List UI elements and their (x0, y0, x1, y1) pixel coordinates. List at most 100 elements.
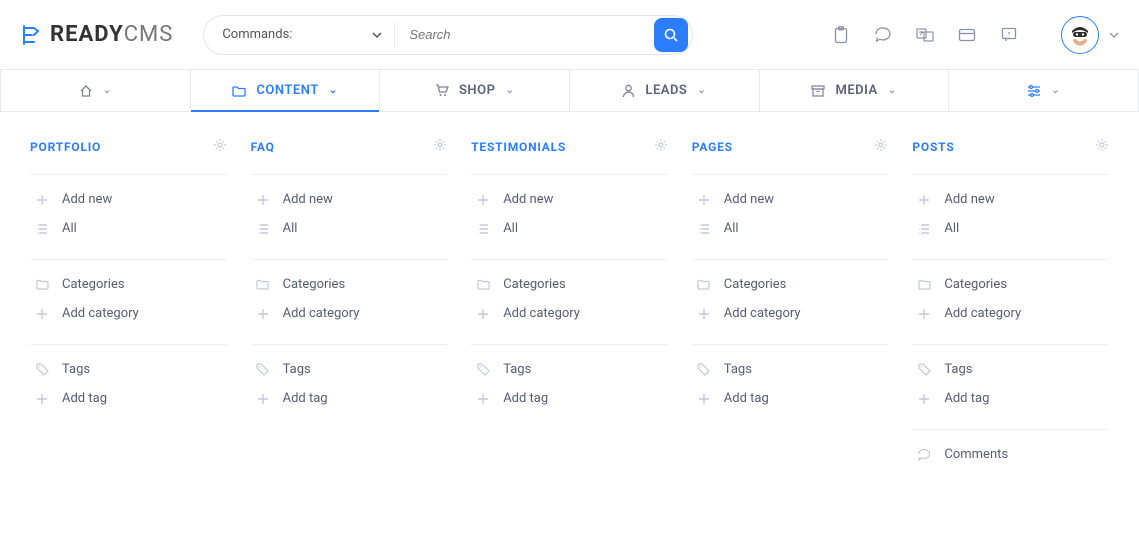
portfolio-add-tag[interactable]: Add tag (30, 384, 227, 413)
nav-leads[interactable]: LEADS ⌄ (570, 70, 760, 111)
clipboard-icon[interactable] (831, 25, 851, 45)
pages-all[interactable]: All (692, 214, 889, 243)
pages-add-tag[interactable]: Add tag (692, 384, 889, 413)
column-faq: FAQ Add new All Categories Add category … (239, 130, 460, 493)
command-bar: Commands: (203, 15, 693, 55)
plus-icon (916, 194, 932, 206)
pages-add-new[interactable]: Add new (692, 185, 889, 214)
label: Add tag (503, 391, 548, 406)
list-icon (475, 223, 491, 235)
label: Add tag (62, 391, 107, 406)
top-right-actions (831, 16, 1119, 54)
portfolio-add-new[interactable]: Add new (30, 185, 227, 214)
nav-shop-label: SHOP (459, 83, 495, 98)
testimonials-categories[interactable]: Categories (471, 270, 668, 299)
plus-icon (34, 194, 50, 206)
column-title: FAQ (251, 140, 275, 154)
plus-icon (475, 393, 491, 405)
nav-settings[interactable]: ⌄ (949, 70, 1139, 111)
commands-dropdown[interactable]: Commands: (204, 27, 394, 42)
posts-add-tag[interactable]: Add tag (912, 384, 1109, 413)
feedback-icon[interactable] (999, 25, 1019, 45)
posts-categories[interactable]: Categories (912, 270, 1109, 299)
tag-icon (475, 363, 491, 376)
card-icon[interactable] (957, 25, 977, 45)
main-nav: ⌄ CONTENT ⌄ SHOP ⌄ LEADS ⌄ MEDIA ⌄ ⌄ (0, 70, 1139, 112)
posts-tags[interactable]: Tags (912, 355, 1109, 384)
nav-leads-label: LEADS (645, 83, 687, 98)
faq-categories[interactable]: Categories (251, 270, 448, 299)
gear-icon[interactable] (874, 138, 888, 156)
pages-tags[interactable]: Tags (692, 355, 889, 384)
posts-add-new[interactable]: Add new (912, 185, 1109, 214)
nav-content[interactable]: CONTENT ⌄ (191, 70, 381, 111)
faq-add-new[interactable]: Add new (251, 185, 448, 214)
posts-comments[interactable]: Comments (912, 440, 1109, 469)
folder-icon (475, 279, 491, 290)
translate-icon[interactable] (915, 25, 935, 45)
label: Add category (283, 306, 360, 321)
label: Tags (944, 362, 972, 377)
label: All (62, 221, 77, 236)
chat-icon[interactable] (873, 25, 893, 45)
nav-home[interactable]: ⌄ (0, 70, 191, 111)
search-button[interactable] (654, 18, 688, 52)
label: Categories (283, 277, 346, 292)
faq-add-tag[interactable]: Add tag (251, 384, 448, 413)
logo-text: READYCMS (50, 22, 173, 47)
chevron-down-icon: ⌄ (1051, 85, 1060, 96)
testimonials-add-category[interactable]: Add category (471, 299, 668, 328)
label: All (503, 221, 518, 236)
gear-icon[interactable] (1095, 138, 1109, 156)
faq-all[interactable]: All (251, 214, 448, 243)
label: Add category (503, 306, 580, 321)
gear-icon[interactable] (433, 138, 447, 156)
testimonials-add-new[interactable]: Add new (471, 185, 668, 214)
pages-add-category[interactable]: Add category (692, 299, 889, 328)
folder-icon (34, 279, 50, 290)
label: All (283, 221, 298, 236)
plus-icon (34, 308, 50, 320)
content-panel: PORTFOLIO Add new All Categories Add cat… (0, 112, 1139, 553)
logo[interactable]: READYCMS (20, 22, 173, 47)
label: Categories (724, 277, 787, 292)
portfolio-add-category[interactable]: Add category (30, 299, 227, 328)
faq-tags[interactable]: Tags (251, 355, 448, 384)
gear-icon[interactable] (213, 138, 227, 156)
label: Add new (503, 192, 553, 207)
testimonials-all[interactable]: All (471, 214, 668, 243)
faq-add-category[interactable]: Add category (251, 299, 448, 328)
pages-categories[interactable]: Categories (692, 270, 889, 299)
chevron-down-icon: ⌄ (697, 85, 706, 96)
folder-icon (916, 279, 932, 290)
portfolio-all[interactable]: All (30, 214, 227, 243)
list-icon (696, 223, 712, 235)
list-icon (255, 223, 271, 235)
label: Add new (724, 192, 774, 207)
label: Add tag (724, 391, 769, 406)
portfolio-categories[interactable]: Categories (30, 270, 227, 299)
archive-icon (811, 85, 825, 97)
nav-media[interactable]: MEDIA ⌄ (760, 70, 950, 111)
user-menu[interactable] (1061, 16, 1119, 54)
plus-icon (255, 393, 271, 405)
column-title: PORTFOLIO (30, 140, 101, 154)
person-icon (622, 84, 635, 98)
list-icon (34, 223, 50, 235)
testimonials-add-tag[interactable]: Add tag (471, 384, 668, 413)
plus-icon (475, 194, 491, 206)
topbar: READYCMS Commands: (0, 0, 1139, 70)
chevron-down-icon: ⌄ (505, 85, 514, 96)
posts-add-category[interactable]: Add category (912, 299, 1109, 328)
avatar (1061, 16, 1099, 54)
posts-all[interactable]: All (912, 214, 1109, 243)
testimonials-tags[interactable]: Tags (471, 355, 668, 384)
column-posts: POSTS Add new All Categories Add categor… (900, 130, 1121, 493)
gear-icon[interactable] (654, 138, 668, 156)
plus-icon (34, 393, 50, 405)
portfolio-tags[interactable]: Tags (30, 355, 227, 384)
search-input[interactable] (395, 27, 654, 42)
label: Add new (283, 192, 333, 207)
label: Tags (283, 362, 311, 377)
nav-shop[interactable]: SHOP ⌄ (380, 70, 570, 111)
